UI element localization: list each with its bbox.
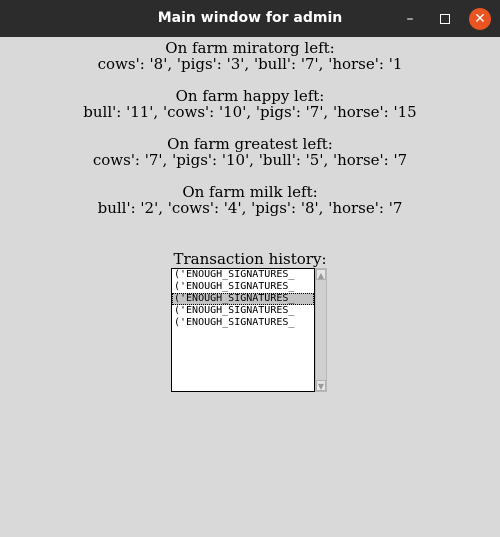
main-content: On farm miratorg left: cows': '8', 'pigs…	[0, 37, 500, 537]
title-bar: Main window for admin – ✕	[0, 0, 500, 37]
maximize-button[interactable]	[434, 8, 456, 30]
maximize-icon	[440, 14, 450, 24]
list-item[interactable]: ('ENOUGH_SIGNATURES_	[172, 269, 314, 281]
transaction-history-listbox[interactable]: ('ENOUGH_SIGNATURES_ ('ENOUGH_SIGNATURES…	[171, 268, 315, 392]
farm-heading: On farm happy left:	[175, 87, 325, 105]
farm-block: On farm milk left: bull': '2', 'cows': '…	[0, 184, 500, 216]
list-item[interactable]: ('ENOUGH_SIGNATURES_	[172, 305, 314, 317]
farm-stock: bull': '11', 'cows': '10', 'pigs': '7', …	[83, 103, 417, 121]
farm-block: On farm happy left: bull': '11', 'cows':…	[0, 88, 500, 120]
scroll-down-arrow-icon[interactable]: ▼	[316, 380, 326, 391]
scroll-up-arrow-icon[interactable]: ▲	[316, 269, 326, 280]
farm-heading: On farm miratorg left:	[165, 39, 335, 57]
farm-block: On farm greatest left: cows': '7', 'pigs…	[0, 136, 500, 168]
farm-stock: cows': '8', 'pigs': '3', 'bull': '7', 'h…	[97, 55, 403, 73]
farm-heading: On farm greatest left:	[167, 135, 333, 153]
farm-block: On farm miratorg left: cows': '8', 'pigs…	[0, 40, 500, 72]
listbox-scrollbar[interactable]: ▲ ▼	[315, 268, 327, 392]
farm-stock: bull': '2', 'cows': '4', 'pigs': '8', 'h…	[97, 199, 403, 217]
farm-stock: cows': '7', 'pigs': '10', 'bull': '5', '…	[92, 151, 408, 169]
list-item-selected[interactable]: ('ENOUGH_SIGNATURES_	[172, 293, 314, 305]
window-title: Main window for admin	[157, 10, 343, 26]
close-button[interactable]: ✕	[469, 8, 491, 30]
minimize-button[interactable]: –	[399, 8, 421, 30]
list-item[interactable]: ('ENOUGH_SIGNATURES_	[172, 281, 314, 293]
transaction-history-label: Transaction history:	[173, 250, 327, 268]
farm-heading: On farm milk left:	[182, 183, 318, 201]
list-item[interactable]: ('ENOUGH_SIGNATURES_	[172, 317, 314, 329]
